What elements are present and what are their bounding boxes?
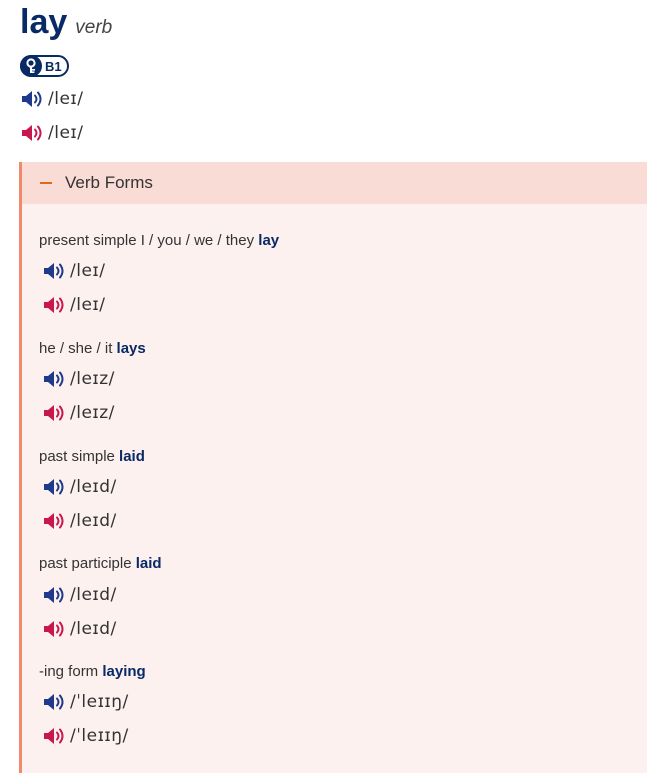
- speaker-uk-icon[interactable]: [42, 369, 66, 389]
- phonetic-uk: /ˈleɪɪŋ/: [70, 692, 129, 712]
- phonetic-uk: /leɪz/: [70, 369, 115, 389]
- verb-form-pron-uk: /ˈleɪɪŋ/: [42, 692, 129, 712]
- verb-form-pron-uk: /leɪz/: [42, 369, 115, 389]
- speaker-us-icon[interactable]: [42, 295, 66, 315]
- speaker-us-icon[interactable]: [42, 511, 66, 531]
- verb-form-pron-us: /leɪd/: [42, 619, 117, 639]
- phonetic-us: /leɪ/: [48, 123, 84, 143]
- verb-form-pron-uk: /leɪd/: [42, 477, 117, 497]
- phonetic-uk: /leɪ/: [70, 261, 106, 281]
- headword: lay: [20, 3, 68, 41]
- speaker-us-icon[interactable]: [20, 123, 44, 143]
- speaker-us-icon[interactable]: [42, 619, 66, 639]
- phonetic-uk: /leɪd/: [70, 585, 117, 605]
- pronunciation-uk: /leɪ/: [20, 89, 83, 109]
- part-of-speech: verb: [75, 17, 113, 38]
- form-description: he / she / it: [39, 340, 113, 357]
- phonetic-uk: /leɪ/: [48, 89, 84, 109]
- form-word: laying: [102, 663, 146, 680]
- verb-forms-panel: Verb Forms present simple I / you / we /…: [19, 162, 647, 773]
- form-word: lays: [116, 340, 146, 357]
- verb-form-pron-uk: /leɪd/: [42, 585, 117, 605]
- phonetic-us: /leɪd/: [70, 511, 117, 531]
- verb-forms-toggle[interactable]: Verb Forms: [22, 162, 647, 204]
- verb-form-pron-uk: /leɪ/: [42, 261, 105, 281]
- verb-form-label: present simple I / you / we / they lay: [39, 232, 279, 249]
- verb-form-label: -ing form laying: [39, 663, 146, 680]
- form-word: laid: [119, 448, 145, 465]
- headword-line: lay verb: [20, 2, 112, 42]
- speaker-us-icon[interactable]: [42, 726, 66, 746]
- form-word: lay: [258, 232, 280, 249]
- verb-forms-title: Verb Forms: [65, 173, 153, 192]
- verb-form-label: past participle laid: [39, 555, 162, 572]
- verb-form-pron-us: /leɪd/: [42, 511, 117, 531]
- speaker-uk-icon[interactable]: [20, 89, 44, 109]
- speaker-uk-icon[interactable]: [42, 261, 66, 281]
- verb-form-pron-us: /leɪ/: [42, 295, 105, 315]
- form-description: -ing form: [39, 663, 99, 680]
- speaker-uk-icon[interactable]: [42, 585, 66, 605]
- phonetic-us: /leɪz/: [70, 403, 115, 423]
- form-description: past participle: [39, 555, 132, 572]
- phonetic-us: /ˈleɪɪŋ/: [70, 726, 129, 746]
- verb-form-label: past simple laid: [39, 448, 145, 465]
- form-word: laid: [135, 555, 162, 572]
- phonetic-us: /leɪd/: [70, 619, 117, 639]
- speaker-uk-icon[interactable]: [42, 692, 66, 712]
- form-description: past simple: [39, 448, 115, 465]
- speaker-uk-icon[interactable]: [42, 477, 66, 497]
- verb-form-pron-us: /leɪz/: [42, 403, 115, 423]
- verb-form-pron-us: /ˈleɪɪŋ/: [42, 726, 129, 746]
- phonetic-uk: /leɪd/: [70, 477, 117, 497]
- verb-form-label: he / she / it lays: [39, 340, 146, 357]
- pronunciation-us: /leɪ/: [20, 123, 83, 143]
- speaker-us-icon[interactable]: [42, 403, 66, 423]
- key-icon: [20, 55, 42, 77]
- level-label: B1: [45, 58, 62, 74]
- phonetic-us: /leɪ/: [70, 295, 106, 315]
- minus-icon: [40, 182, 52, 184]
- level-badge[interactable]: B1: [20, 55, 69, 77]
- form-description: present simple I / you / we / they: [39, 232, 255, 249]
